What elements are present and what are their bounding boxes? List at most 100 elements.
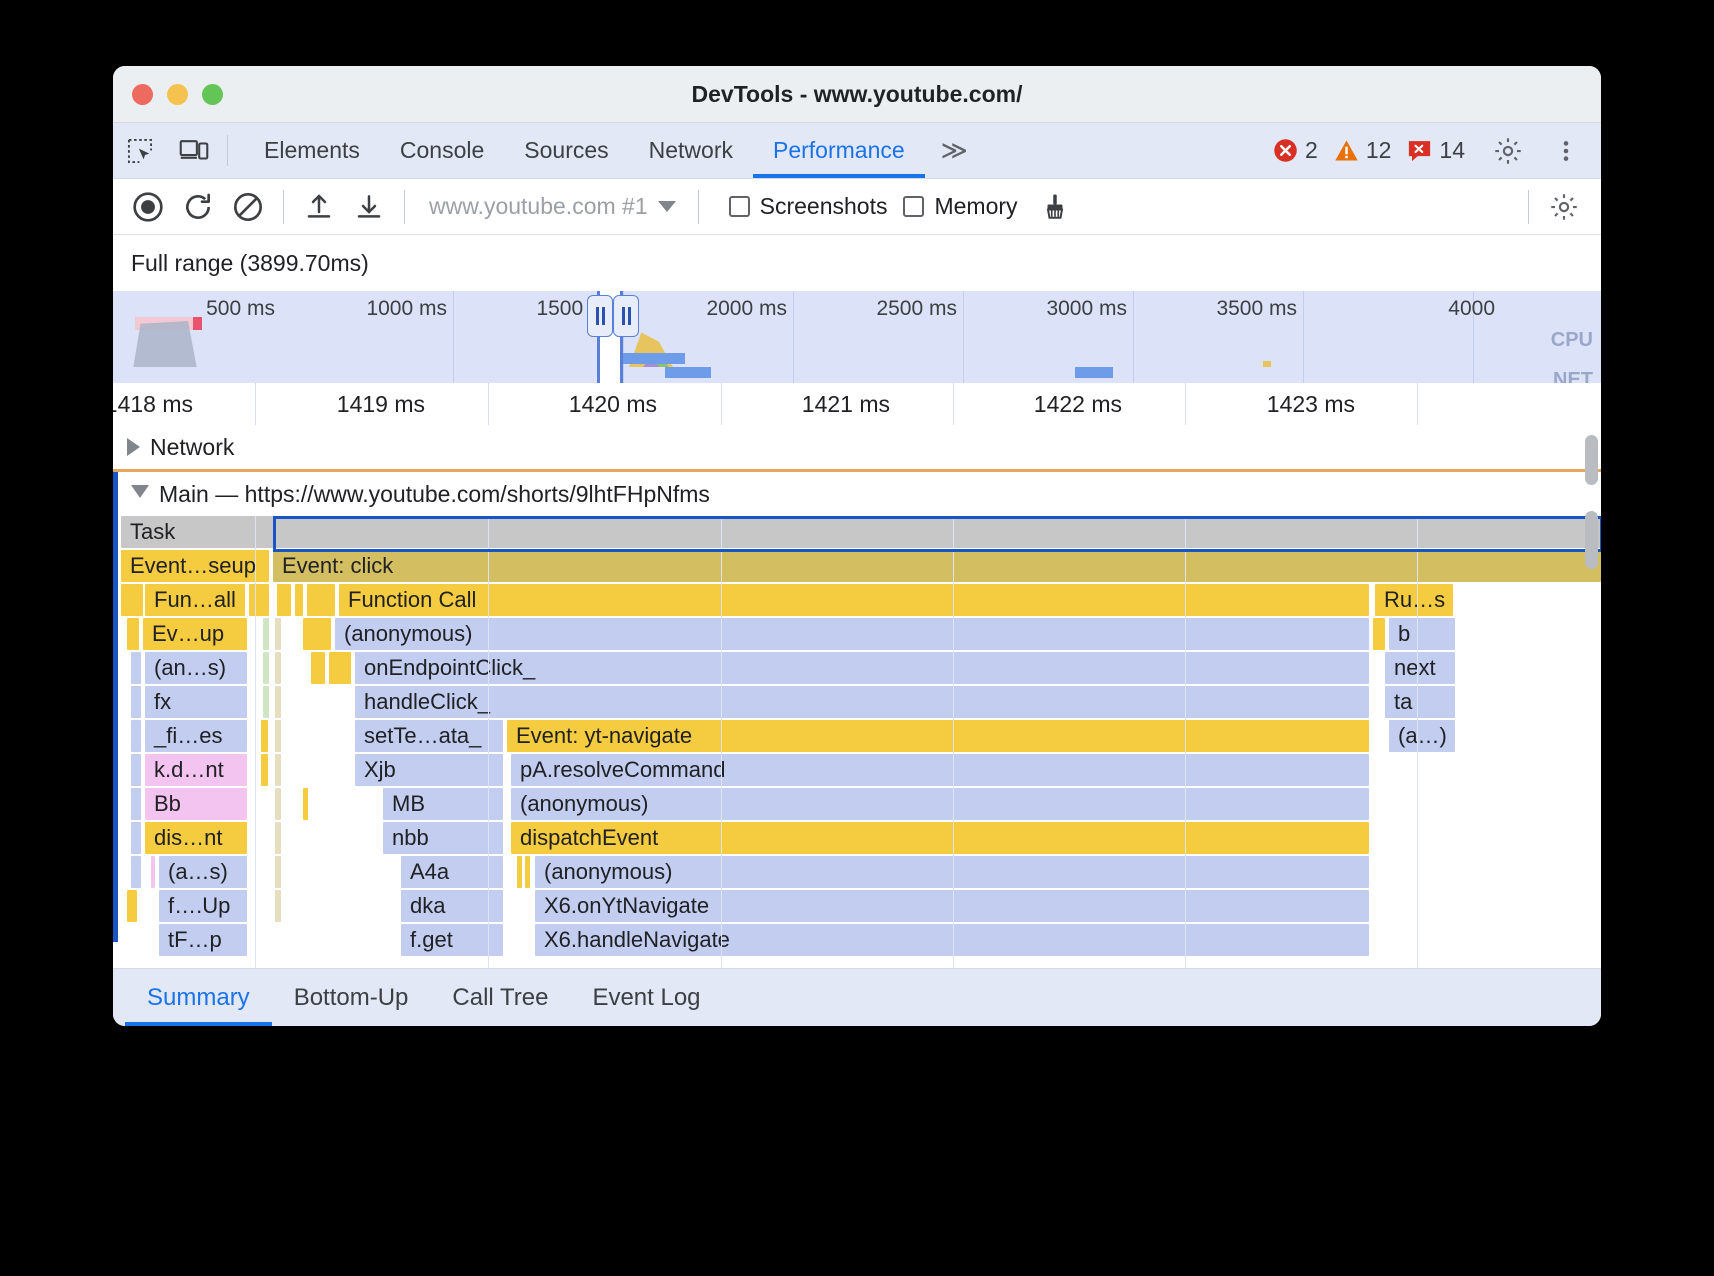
flame-bar-sliver[interactable] bbox=[131, 652, 141, 684]
chevron-down-icon[interactable] bbox=[131, 485, 149, 507]
inspect-cursor-icon[interactable] bbox=[113, 123, 167, 178]
flame-bar-sliver[interactable] bbox=[329, 652, 351, 684]
flame-bar[interactable]: (an…s) bbox=[145, 652, 247, 684]
recording-select[interactable]: www.youtube.com #1 bbox=[429, 193, 676, 220]
window-controls[interactable] bbox=[132, 84, 223, 105]
maximize-window-button[interactable] bbox=[202, 84, 223, 105]
flame-bar[interactable]: ta bbox=[1385, 686, 1455, 718]
flame-bar-sliver[interactable] bbox=[275, 754, 281, 786]
flame-bar[interactable]: Ru…s bbox=[1375, 584, 1453, 616]
track-header-main[interactable]: Main — https://www.youtube.com/shorts/9l… bbox=[113, 472, 1601, 516]
flame-bar-sliver[interactable] bbox=[525, 856, 530, 888]
flame-bar-sliver[interactable] bbox=[263, 618, 269, 650]
flame-bar-sliver[interactable] bbox=[131, 856, 141, 888]
flame-bar-sliver[interactable] bbox=[275, 686, 281, 718]
tab-sources[interactable]: Sources bbox=[504, 123, 628, 178]
flame-bar[interactable]: X6.handleNavigate bbox=[535, 924, 1369, 956]
flame-bar-sliver[interactable] bbox=[127, 890, 137, 922]
reload-record-icon[interactable] bbox=[173, 182, 223, 232]
flame-bar[interactable]: nbb bbox=[383, 822, 503, 854]
flame-bar-sliver[interactable] bbox=[275, 822, 281, 854]
collect-garbage-brush-icon[interactable] bbox=[1030, 182, 1080, 232]
flame-bar-sliver[interactable] bbox=[275, 856, 281, 888]
memory-checkbox[interactable]: Memory bbox=[903, 193, 1017, 220]
flame-bar[interactable]: Xjb bbox=[355, 754, 503, 786]
tab-event-log[interactable]: Event Log bbox=[570, 969, 722, 1026]
flame-bar-sliver[interactable] bbox=[131, 822, 141, 854]
screenshots-checkbox-box[interactable] bbox=[729, 196, 750, 217]
flame-bar[interactable]: (anonymous) bbox=[535, 856, 1369, 888]
flame-bar-sliver[interactable] bbox=[249, 584, 269, 616]
flame-bar-sliver[interactable] bbox=[1373, 618, 1385, 650]
flame-bar-sliver[interactable] bbox=[275, 890, 281, 922]
flame-bar[interactable]: onEndpointClick_ bbox=[355, 652, 1369, 684]
flame-bar[interactable]: pA.resolveCommand bbox=[511, 754, 1369, 786]
flame-bar[interactable]: handleClick_ bbox=[355, 686, 1369, 718]
clear-prohibited-icon[interactable] bbox=[223, 182, 273, 232]
flame-bar-sliver[interactable] bbox=[127, 618, 139, 650]
timeline-overview[interactable]: 500 ms 1000 ms 1500 ms 2000 ms 2500 ms 3… bbox=[113, 291, 1601, 383]
flame-chart[interactable]: Network Main — https://www.youtube.com/s… bbox=[113, 425, 1601, 968]
tab-call-tree[interactable]: Call Tree bbox=[430, 969, 570, 1026]
chevron-right-icon[interactable] bbox=[127, 438, 140, 456]
flame-bar-sliver[interactable] bbox=[295, 584, 303, 616]
flame-rows[interactable]: TaskEvent…seupEvent: clickFun…allFunctio… bbox=[113, 516, 1601, 958]
memory-checkbox-box[interactable] bbox=[903, 196, 924, 217]
download-profile-icon[interactable] bbox=[344, 182, 394, 232]
flame-bar[interactable]: fx bbox=[145, 686, 247, 718]
flame-bar[interactable]: Fun…all bbox=[145, 584, 245, 616]
more-tabs-icon[interactable]: ≫ bbox=[925, 123, 984, 178]
tab-bottom-up[interactable]: Bottom-Up bbox=[272, 969, 431, 1026]
flame-bar[interactable]: dispatchEvent bbox=[511, 822, 1369, 854]
flame-bar-sliver[interactable] bbox=[311, 652, 325, 684]
flame-bar-sliver[interactable] bbox=[303, 788, 308, 820]
flame-bar[interactable]: Event: yt-navigate bbox=[507, 720, 1369, 752]
flame-chart-scrollbar[interactable] bbox=[1585, 435, 1598, 485]
minimize-window-button[interactable] bbox=[167, 84, 188, 105]
flame-bar[interactable]: setTe…ata_ bbox=[355, 720, 503, 752]
device-toolbar-icon[interactable] bbox=[167, 123, 221, 178]
flame-bar[interactable]: (a…) bbox=[1389, 720, 1455, 752]
close-window-button[interactable] bbox=[132, 84, 153, 105]
flame-bar[interactable]: next bbox=[1385, 652, 1455, 684]
kebab-menu-icon[interactable] bbox=[1539, 137, 1593, 165]
flame-bar-sliver[interactable] bbox=[131, 686, 141, 718]
flame-bar-sliver[interactable] bbox=[303, 618, 331, 650]
flame-bar-sliver[interactable] bbox=[131, 720, 141, 752]
flame-bar[interactable]: Function Call bbox=[339, 584, 1369, 616]
flame-bar[interactable]: X6.onYtNavigate bbox=[535, 890, 1369, 922]
flame-bar-sliver[interactable] bbox=[263, 652, 269, 684]
flame-bar-sliver[interactable] bbox=[131, 754, 141, 786]
flame-bar[interactable]: dis…nt bbox=[145, 822, 247, 854]
tab-network[interactable]: Network bbox=[629, 123, 753, 178]
screenshots-checkbox[interactable]: Screenshots bbox=[729, 193, 888, 220]
tab-elements[interactable]: Elements bbox=[244, 123, 380, 178]
flame-bar[interactable]: (a…s) bbox=[159, 856, 247, 888]
record-circle-icon[interactable] bbox=[123, 182, 173, 232]
flame-bar[interactable]: MB bbox=[383, 788, 503, 820]
flame-bar[interactable]: b bbox=[1389, 618, 1455, 650]
chevron-down-icon[interactable] bbox=[658, 201, 676, 212]
flame-bar-sliver[interactable] bbox=[121, 584, 143, 616]
flame-bar-sliver[interactable] bbox=[131, 788, 141, 820]
tab-performance[interactable]: Performance bbox=[753, 123, 925, 178]
overview-right-handle[interactable] bbox=[613, 295, 639, 337]
flame-bar-sliver[interactable] bbox=[277, 584, 291, 616]
flame-bar-sliver[interactable] bbox=[263, 686, 269, 718]
flame-bar[interactable]: tF…p bbox=[159, 924, 247, 956]
tab-summary[interactable]: Summary bbox=[125, 969, 272, 1026]
flame-bar[interactable]: Ev…up bbox=[143, 618, 247, 650]
flame-bar-sliver[interactable] bbox=[261, 754, 268, 786]
flame-bar[interactable]: f….Up bbox=[159, 890, 247, 922]
overview-left-handle[interactable] bbox=[587, 295, 613, 337]
flame-bar-sliver[interactable] bbox=[307, 584, 335, 616]
flame-bar[interactable]: (anonymous) bbox=[511, 788, 1369, 820]
error-badge[interactable]: 2 bbox=[1269, 137, 1322, 164]
flame-bar-sliver[interactable] bbox=[275, 618, 281, 650]
flame-bar[interactable]: Task bbox=[121, 516, 1601, 548]
tab-console[interactable]: Console bbox=[380, 123, 504, 178]
flame-bar[interactable]: Event…seup bbox=[121, 550, 269, 582]
flame-bar-sliver[interactable] bbox=[275, 788, 281, 820]
track-header-network[interactable]: Network bbox=[113, 425, 1601, 469]
flame-bar-sliver[interactable] bbox=[261, 720, 268, 752]
